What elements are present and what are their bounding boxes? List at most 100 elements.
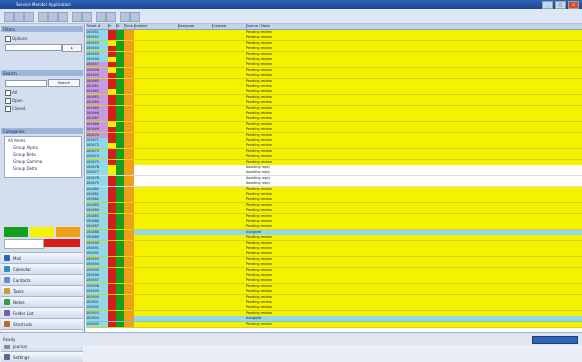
note-cell: Pending review	[246, 138, 272, 142]
note-cell: Pending review	[246, 154, 272, 159]
ticket-id-cell: 100474	[86, 154, 108, 160]
note-cell: Pending review	[246, 46, 272, 51]
maximize-button[interactable]: □	[555, 1, 566, 9]
ticket-id-cell: 100469	[86, 127, 108, 133]
tree-item[interactable]: Group Gamma	[13, 159, 42, 164]
status-cell	[116, 300, 124, 305]
ticket-id-cell: 100464	[86, 100, 108, 106]
nav-button[interactable]: Tasks	[1, 285, 83, 296]
status-cell	[116, 30, 124, 35]
toolbar-button[interactable]	[96, 12, 106, 22]
ticket-id-cell: 100455	[86, 51, 108, 57]
filter-checkbox[interactable]	[5, 36, 11, 42]
status-cell	[116, 175, 124, 181]
note-cell: Pending review	[246, 35, 272, 40]
status-cell	[116, 127, 124, 133]
priority-cell	[108, 305, 116, 311]
radio-open[interactable]	[5, 98, 11, 104]
time-cell	[124, 94, 134, 100]
ticket-id-cell: 100490	[86, 240, 108, 246]
column-header[interactable]: Created	[212, 24, 247, 29]
toolbar-button[interactable]	[14, 12, 24, 22]
priority-cell	[108, 165, 116, 170]
table-row[interactable]: 100505 Pending review	[86, 321, 582, 328]
ticket-id-cell: 100505	[86, 321, 108, 327]
status-cell	[116, 121, 124, 127]
time-cell	[124, 116, 134, 122]
time-cell	[124, 51, 134, 57]
nav-button[interactable]: Calendar	[1, 263, 83, 274]
column-header[interactable]: Ticket #	[86, 24, 109, 29]
nav-label: Settings	[13, 355, 30, 360]
sidebar: Filters Options ▸ Search Search All Open…	[0, 24, 85, 362]
toolbar-button[interactable]	[130, 12, 140, 22]
minimize-button[interactable]: _	[542, 1, 553, 9]
toolbar-button[interactable]	[58, 12, 68, 22]
nav-icon	[4, 299, 10, 305]
filter-apply-button[interactable]: ▸	[62, 44, 82, 52]
toolbar-button[interactable]	[72, 12, 82, 22]
column-header[interactable]: Assignee	[178, 24, 213, 29]
time-cell	[124, 100, 134, 106]
nav-button[interactable]: Shortcuts	[1, 318, 83, 329]
tree-item[interactable]: Group Alpha	[13, 145, 38, 150]
priority-cell	[108, 105, 116, 111]
radio-all[interactable]	[5, 90, 11, 96]
column-header[interactable]: Subject	[134, 24, 179, 29]
filter-panel-header[interactable]: Filters	[1, 26, 83, 32]
nav-button[interactable]: Folder List	[1, 307, 83, 318]
priority-cell	[108, 224, 116, 230]
priority-cell	[108, 89, 116, 95]
ticket-id-cell: 100495	[86, 267, 108, 273]
priority-cell	[108, 262, 116, 268]
close-button[interactable]: ×	[568, 1, 579, 9]
nav-button[interactable]: Contacts	[1, 274, 83, 285]
time-cell	[124, 175, 134, 181]
nav-button[interactable]: Notes	[1, 296, 83, 307]
nav-button[interactable]: Settings	[1, 351, 83, 362]
priority-cell	[108, 219, 116, 224]
note-cell: Pending review	[246, 84, 272, 88]
time-cell	[124, 170, 134, 176]
toolbar-button[interactable]	[120, 12, 130, 22]
search-input[interactable]	[5, 80, 47, 87]
priority-cell	[108, 148, 116, 154]
priority-cell	[108, 57, 116, 62]
search-panel-header[interactable]: Search	[1, 70, 83, 76]
radio-closed[interactable]	[5, 106, 11, 112]
priority-cell	[108, 294, 116, 300]
status-cell	[116, 316, 124, 322]
status-cell	[116, 202, 124, 208]
toolbar-button[interactable]	[106, 12, 116, 22]
priority-cell	[108, 208, 116, 214]
toolbar-button[interactable]	[38, 12, 48, 22]
ticket-id-cell: 100461	[86, 84, 108, 89]
filter-input[interactable]	[5, 44, 62, 51]
tree-item[interactable]: Group Beta	[13, 152, 36, 157]
time-cell	[124, 121, 134, 127]
toolbar-button[interactable]	[48, 12, 58, 22]
note-cell: Pending review	[246, 62, 272, 67]
ticket-id-cell: 100486	[86, 219, 108, 224]
time-cell	[124, 67, 134, 73]
nav-label: Calendar	[13, 267, 31, 272]
priority-cell	[108, 127, 116, 133]
ticket-id-cell: 100478	[86, 175, 108, 181]
toolbar-button[interactable]	[82, 12, 92, 22]
tree-panel-header[interactable]: Categories	[1, 128, 83, 134]
tree-item[interactable]: All Items	[8, 138, 25, 143]
toolbar-button[interactable]	[4, 12, 14, 22]
time-cell	[124, 143, 134, 149]
search-button[interactable]: Search	[48, 79, 80, 87]
column-header[interactable]: Queue / Note	[246, 24, 582, 29]
ticket-id-cell: 100458	[86, 67, 108, 73]
note-cell: Pending review	[246, 127, 272, 132]
toolbar-button[interactable]	[24, 12, 34, 22]
priority-cell	[108, 316, 116, 322]
nav-icon	[4, 266, 10, 272]
time-cell	[124, 186, 134, 192]
note-cell: Pending review	[246, 240, 272, 245]
nav-button[interactable]: Mail	[1, 252, 83, 263]
tree-item[interactable]: Group Delta	[13, 166, 37, 171]
time-cell	[124, 57, 134, 62]
